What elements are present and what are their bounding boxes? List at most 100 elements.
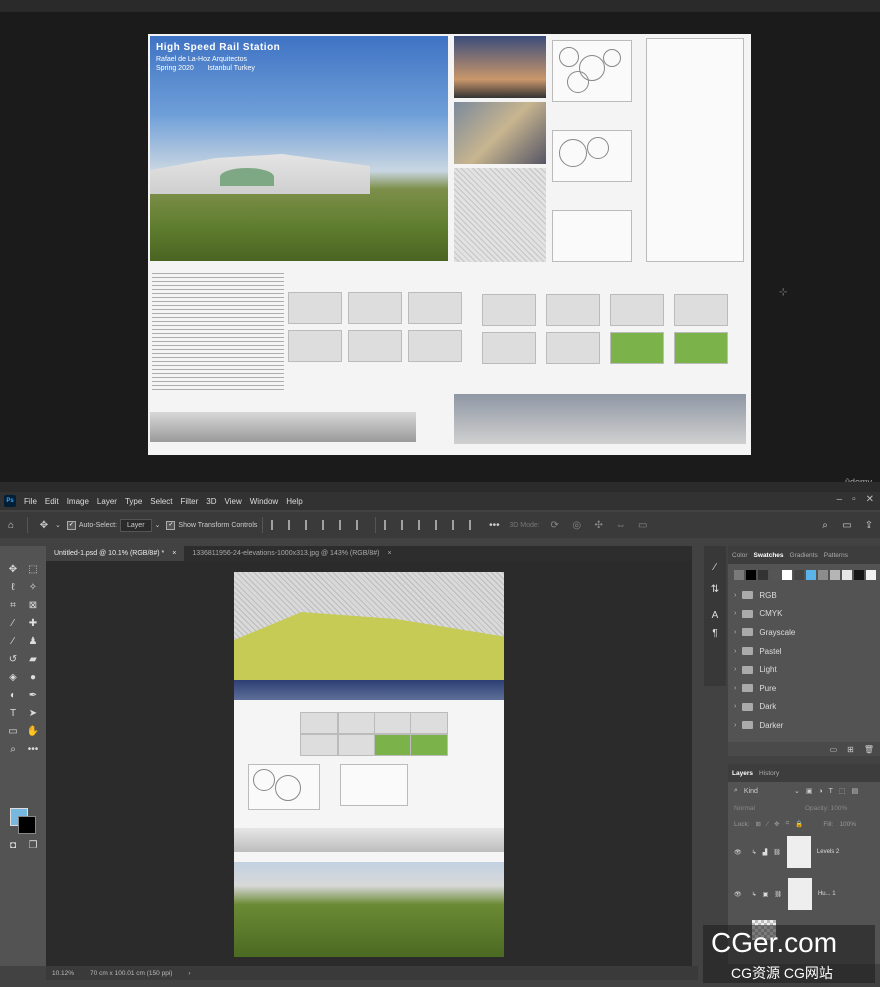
filter-smart-icon[interactable]: ▤	[852, 787, 859, 795]
distribute-center-icon[interactable]	[401, 520, 412, 530]
distribute-right-icon[interactable]	[418, 520, 429, 530]
zoom-tool-icon[interactable]: ⌕	[6, 742, 20, 756]
status-arrow-icon[interactable]: ›	[188, 970, 190, 977]
swatch-folder[interactable]: › Grayscale	[728, 623, 880, 642]
close-icon[interactable]: ✕	[866, 494, 874, 505]
opacity-value[interactable]: 100%	[831, 805, 848, 812]
blend-mode[interactable]: Normal	[734, 805, 755, 812]
3d-roll-icon[interactable]: ◎	[570, 518, 584, 532]
lock-move-icon[interactable]: ✥	[774, 820, 779, 828]
swatch-folder[interactable]: › Pure	[728, 679, 880, 698]
3d-pan-icon[interactable]: ✣	[592, 518, 606, 532]
brush-tool-icon[interactable]: ∕	[6, 634, 20, 648]
filter-pixel-icon[interactable]: ▣	[806, 787, 813, 795]
filter-shape-icon[interactable]: ⬚	[839, 787, 846, 795]
zoom-level[interactable]: 10.12%	[52, 970, 74, 977]
close-icon[interactable]: ×	[387, 550, 391, 557]
color-swatch[interactable]	[782, 570, 792, 580]
more-tools-icon[interactable]: •••	[26, 742, 40, 756]
new-group-icon[interactable]: ▭	[830, 745, 838, 754]
menu-edit[interactable]: Edit	[41, 497, 63, 506]
layer-row[interactable]: 👁 ↳ ▣ ⛓ Hu... 1	[728, 874, 880, 914]
visibility-eye-icon[interactable]: 👁	[734, 891, 742, 898]
move-tool-icon[interactable]: ✥	[37, 518, 51, 532]
hand-tool-icon[interactable]: ✋	[26, 724, 40, 738]
align-right-icon[interactable]	[305, 520, 316, 530]
menu-filter[interactable]: Filter	[177, 497, 203, 506]
document-canvas[interactable]	[234, 572, 504, 957]
eyedropper-icon[interactable]: ⁄	[6, 616, 20, 630]
chevron-right-icon[interactable]: ›	[734, 703, 736, 710]
history-brush-icon[interactable]: ↺	[6, 652, 20, 666]
clone-stamp-icon[interactable]: ♟	[26, 634, 40, 648]
tab-gradients[interactable]: Gradients	[790, 552, 818, 559]
fill-value[interactable]: 100%	[839, 821, 856, 828]
search-icon[interactable]: ⌕	[818, 518, 832, 532]
color-swatch[interactable]	[746, 570, 756, 580]
color-swatch[interactable]	[758, 570, 768, 580]
swatch-folder[interactable]: › Darker	[728, 716, 880, 735]
align-left-icon[interactable]	[271, 520, 282, 530]
chevron-right-icon[interactable]: ›	[734, 629, 736, 636]
path-selection-icon[interactable]: ➤	[26, 706, 40, 720]
close-icon[interactable]: ×	[172, 550, 176, 557]
lasso-tool-icon[interactable]: ℓ	[6, 580, 20, 594]
swatch-folder[interactable]: › Dark	[728, 698, 880, 717]
distribute-left-icon[interactable]	[384, 520, 395, 530]
lock-transparent-icon[interactable]: ⊠	[756, 820, 761, 828]
screen-mode-icon[interactable]: ❐	[26, 838, 40, 852]
color-swatch[interactable]	[734, 570, 744, 580]
filter-adjustment-icon[interactable]: ◑	[818, 788, 822, 795]
share-icon[interactable]: ⇪	[862, 518, 876, 532]
dodge-tool-icon[interactable]: ◐	[6, 688, 20, 702]
paragraph-icon[interactable]: ¶	[708, 626, 722, 640]
menu-image[interactable]: Image	[63, 497, 93, 506]
distribute-bottom-icon[interactable]	[469, 520, 480, 530]
swatch-folder[interactable]: › Light	[728, 660, 880, 679]
swatch-folder[interactable]: › CMYK	[728, 605, 880, 624]
color-swatch[interactable]	[830, 570, 840, 580]
lock-brush-icon[interactable]: ∕	[767, 821, 768, 828]
align-top-icon[interactable]	[322, 520, 333, 530]
character-icon[interactable]: A	[708, 608, 722, 622]
new-swatch-icon[interactable]: ⊞	[847, 745, 854, 754]
canvas-area[interactable]	[46, 561, 692, 966]
lock-artboard-icon[interactable]: ⌗	[786, 820, 790, 828]
delete-icon[interactable]: 🗑	[864, 745, 874, 754]
color-swatch[interactable]	[842, 570, 852, 580]
chevron-down-icon[interactable]: ⌄	[155, 521, 161, 529]
chevron-right-icon[interactable]: ›	[734, 592, 736, 599]
filter-type-icon[interactable]: T	[829, 788, 833, 795]
auto-select-target-dropdown[interactable]: Layer	[120, 518, 152, 532]
show-transform-checkbox[interactable]: ✓	[166, 520, 176, 530]
swatch-folder[interactable]: › RGB	[728, 586, 880, 605]
distribute-top-icon[interactable]	[435, 520, 446, 530]
chevron-right-icon[interactable]: ›	[734, 648, 736, 655]
color-swatch[interactable]	[794, 570, 804, 580]
maximize-icon[interactable]: ▫	[852, 494, 856, 505]
align-bottom-icon[interactable]	[356, 520, 367, 530]
more-options-icon[interactable]: •••	[487, 518, 501, 532]
3d-rotate-icon[interactable]: ⟳	[548, 518, 562, 532]
magic-wand-icon[interactable]: ✧	[26, 580, 40, 594]
layer-filter-kind[interactable]: Kind	[744, 788, 758, 795]
tab-elevations-jpg[interactable]: 1336811956-24-elevations-1000x313.jpg @ …	[184, 546, 399, 561]
crop-tool-icon[interactable]: ⌗	[6, 598, 20, 612]
3d-slide-icon[interactable]: ⇔	[614, 518, 628, 532]
tab-color[interactable]: Color	[732, 552, 748, 559]
eraser-icon[interactable]: ▰	[26, 652, 40, 666]
layer-row[interactable]: 👁 ↳ ▟ ⛓ Levels 2	[728, 832, 880, 872]
move-tool-icon[interactable]: ✥	[6, 562, 20, 576]
tab-layers[interactable]: Layers	[732, 770, 753, 777]
rectangle-tool-icon[interactable]: ▭	[6, 724, 20, 738]
brush-settings-icon[interactable]: ∕	[708, 560, 722, 574]
color-swatch[interactable]	[818, 570, 828, 580]
distribute-middle-icon[interactable]	[452, 520, 463, 530]
menu-window[interactable]: Window	[246, 497, 282, 506]
color-swatch[interactable]	[806, 570, 816, 580]
quick-mask-icon[interactable]: ◘	[6, 838, 20, 852]
menu-3d[interactable]: 3D	[202, 497, 220, 506]
chevron-right-icon[interactable]: ›	[734, 666, 736, 673]
align-center-icon[interactable]	[288, 520, 299, 530]
menu-type[interactable]: Type	[121, 497, 146, 506]
